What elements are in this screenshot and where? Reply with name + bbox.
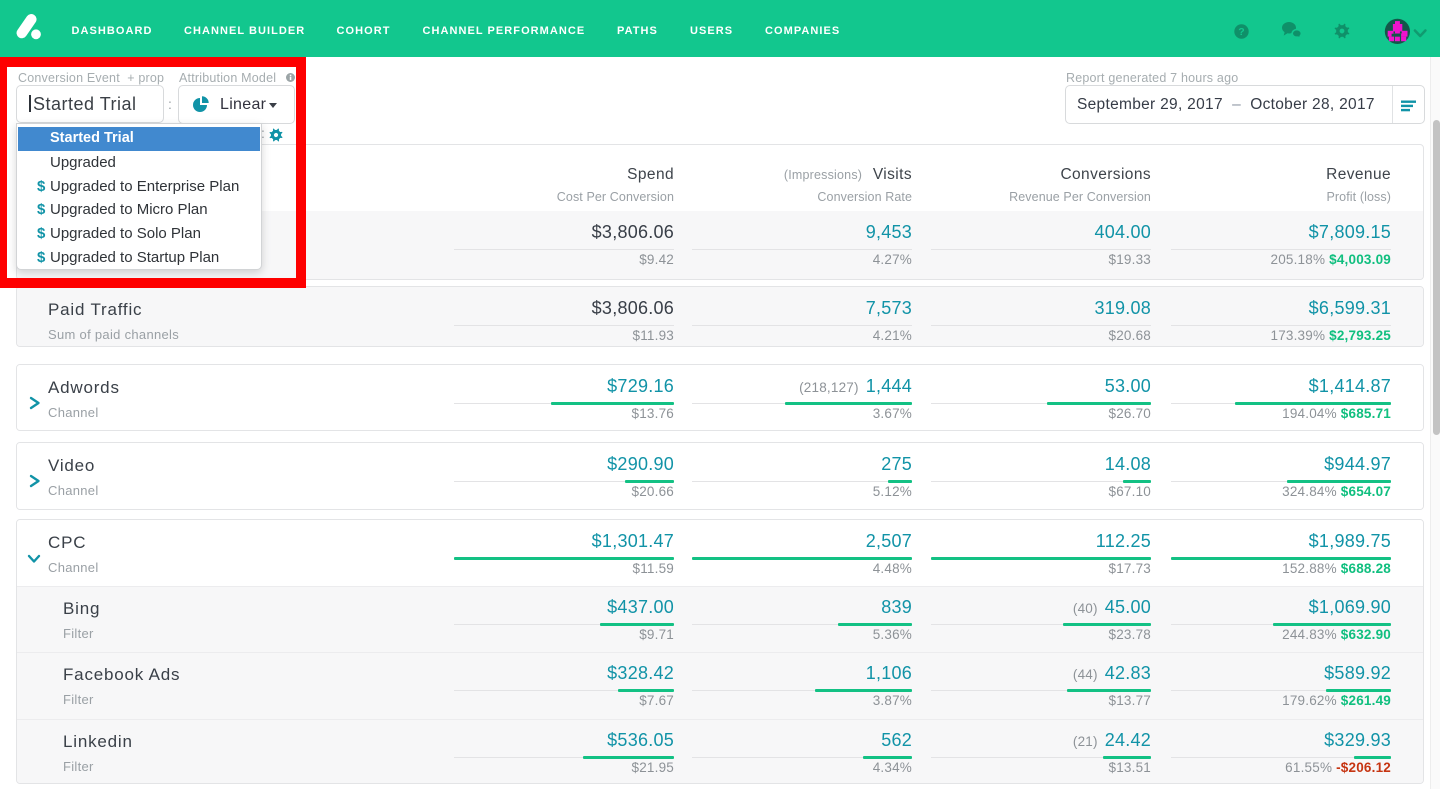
svg-text:?: ? (1238, 26, 1244, 38)
